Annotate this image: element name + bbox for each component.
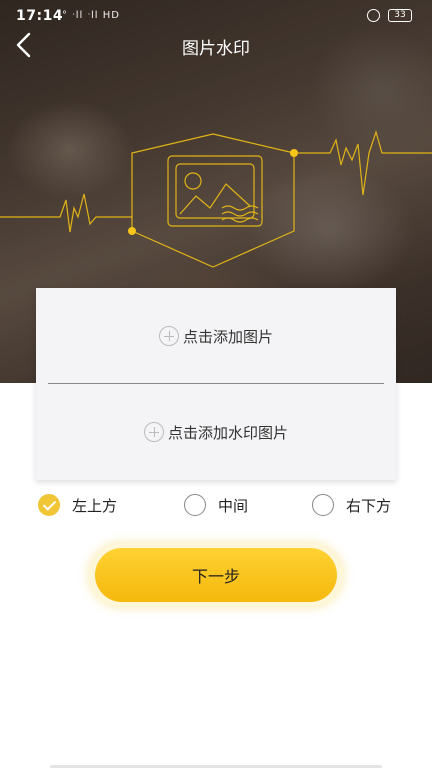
option-label: 中间 [218,496,249,515]
plus-icon [158,326,179,346]
add-watermark-label: 点击添加水印图片 [167,423,288,442]
status-time: 17:14 [16,8,64,24]
add-watermark-button[interactable]: 点击添加水印图片 [36,384,396,480]
option-label: 右下方 [346,496,392,515]
checked-radio-icon [38,494,60,516]
status-bar: 17:14 ° ᐧll ᐧll HD 33 [0,0,432,34]
add-image-label: 点击添加图片 [182,327,273,346]
watermark-logo [0,129,432,268]
battery-icon: 33 [388,9,412,22]
radio-icon [312,494,334,516]
option-label: 左上方 [72,496,118,515]
image-picker-card: 点击添加图片 点击添加水印图片 [36,288,396,480]
radio-icon [184,494,206,516]
plus-icon [143,422,164,442]
option-bottom-right[interactable]: 右下方 [312,490,391,520]
position-options: 左上方 中间 右下方 [0,490,432,520]
next-button-label: 下一步 [95,548,337,602]
lock-icon [367,9,380,22]
page-title: 图片水印 [182,39,250,59]
option-center[interactable]: 中间 [184,490,248,520]
option-top-left[interactable]: 左上方 [38,490,117,520]
add-image-button[interactable]: 点击添加图片 [36,288,396,384]
next-button[interactable]: 下一步 [88,542,344,608]
signal-icon: ° ᐧll ᐧll HD [62,10,120,21]
